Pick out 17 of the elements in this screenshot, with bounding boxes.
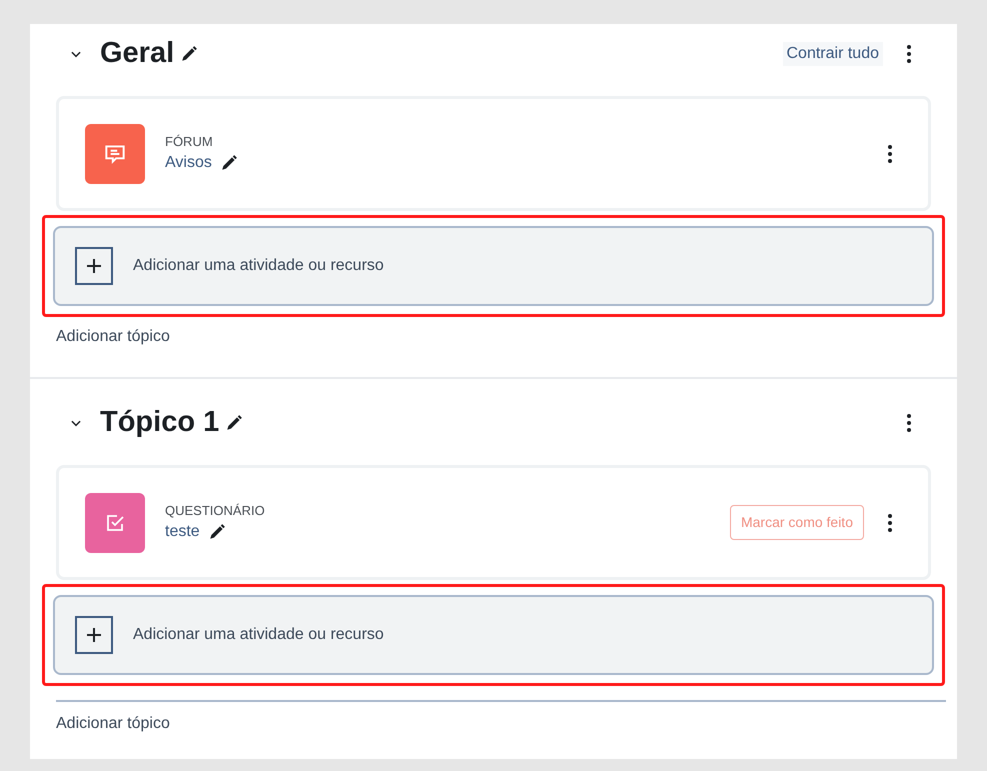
add-topic-link[interactable]: Adicionar tópico [56, 700, 946, 736]
section-title: Geral [100, 36, 174, 72]
collapse-all-link[interactable]: Contrair tudo [782, 42, 883, 66]
add-topic-link[interactable]: Adicionar tópico [56, 325, 170, 349]
pencil-icon[interactable] [180, 45, 198, 63]
activity-type: FÓRUM [165, 132, 214, 151]
plus-icon [75, 247, 113, 285]
pencil-icon[interactable] [220, 154, 238, 172]
section-title: Tópico 1 [100, 405, 220, 440]
add-activity-button[interactable]: Adicionar uma atividade ou recurso [53, 595, 934, 675]
pencil-icon[interactable] [208, 523, 226, 542]
pencil-icon[interactable] [225, 414, 244, 432]
activity-link[interactable]: Avisos [165, 151, 212, 176]
activity-link[interactable]: teste [165, 520, 200, 544]
add-activity-button[interactable]: Adicionar uma atividade ou recurso [53, 226, 934, 306]
activity-type: QUESTIONÁRIO [165, 502, 265, 520]
plus-icon [75, 616, 113, 654]
